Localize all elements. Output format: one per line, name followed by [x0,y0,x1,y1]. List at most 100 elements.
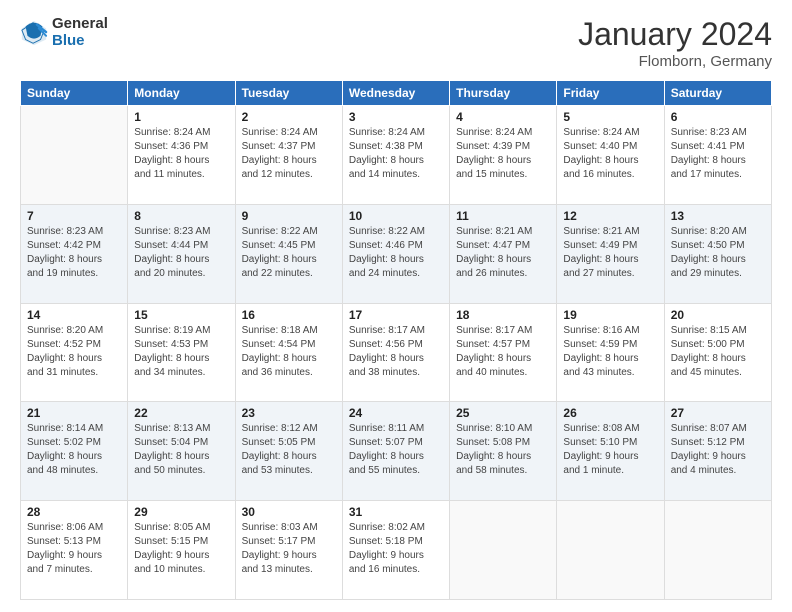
day-number: 12 [563,209,657,223]
day-info: Sunrise: 8:06 AMSunset: 5:13 PMDaylight:… [27,521,121,577]
day-number: 24 [349,406,443,420]
calendar-cell: 2 Sunrise: 8:24 AMSunset: 4:37 PMDaylight… [235,106,342,205]
day-info: Sunrise: 8:17 AMSunset: 4:57 PMDaylight:… [456,324,550,380]
day-number: 17 [349,308,443,322]
day-info: Sunrise: 8:15 AMSunset: 5:00 PMDaylight:… [671,324,765,380]
day-info: Sunrise: 8:21 AMSunset: 4:47 PMDaylight:… [456,225,550,281]
day-number: 2 [242,110,336,124]
logo-text: General Blue [52,16,108,49]
calendar-cell: 5 Sunrise: 8:24 AMSunset: 4:40 PMDaylight… [557,106,664,205]
calendar-cell: 18 Sunrise: 8:17 AMSunset: 4:57 PMDayligh… [450,303,557,402]
calendar-cell: 26 Sunrise: 8:08 AMSunset: 5:10 PMDayligh… [557,402,664,501]
day-number: 13 [671,209,765,223]
day-number: 6 [671,110,765,124]
day-info: Sunrise: 8:24 AMSunset: 4:38 PMDaylight:… [349,126,443,182]
calendar-cell [664,501,771,600]
day-number: 3 [349,110,443,124]
calendar-cell: 20 Sunrise: 8:15 AMSunset: 5:00 PMDayligh… [664,303,771,402]
day-info: Sunrise: 8:08 AMSunset: 5:10 PMDaylight:… [563,422,657,478]
day-info: Sunrise: 8:24 AMSunset: 4:36 PMDaylight:… [134,126,228,182]
day-info: Sunrise: 8:19 AMSunset: 4:53 PMDaylight:… [134,324,228,380]
col-header-monday: Monday [128,81,235,106]
calendar-cell: 23 Sunrise: 8:12 AMSunset: 5:05 PMDayligh… [235,402,342,501]
day-number: 7 [27,209,121,223]
day-info: Sunrise: 8:02 AMSunset: 5:18 PMDaylight:… [349,521,443,577]
logo-icon [20,19,48,47]
calendar-header-row: SundayMondayTuesdayWednesdayThursdayFrid… [21,81,772,106]
calendar-cell: 21 Sunrise: 8:14 AMSunset: 5:02 PMDayligh… [21,402,128,501]
day-info: Sunrise: 8:24 AMSunset: 4:40 PMDaylight:… [563,126,657,182]
day-info: Sunrise: 8:16 AMSunset: 4:59 PMDaylight:… [563,324,657,380]
day-info: Sunrise: 8:03 AMSunset: 5:17 PMDaylight:… [242,521,336,577]
day-info: Sunrise: 8:11 AMSunset: 5:07 PMDaylight:… [349,422,443,478]
day-number: 16 [242,308,336,322]
calendar-cell: 28Sunrise: 8:06 AMSunset: 5:13 PMDayligh… [21,501,128,600]
calendar-cell: 25Sunrise: 8:10 AMSunset: 5:08 PMDayligh… [450,402,557,501]
day-number: 31 [349,505,443,519]
day-info: Sunrise: 8:14 AMSunset: 5:02 PMDaylight:… [27,422,121,478]
calendar-cell: 13 Sunrise: 8:20 AMSunset: 4:50 PMDayligh… [664,204,771,303]
calendar-week-row: 1Sunrise: 8:24 AMSunset: 4:36 PMDaylight… [21,106,772,205]
calendar-cell: 8 Sunrise: 8:23 AMSunset: 4:44 PMDaylight… [128,204,235,303]
day-number: 26 [563,406,657,420]
calendar-cell: 22 Sunrise: 8:13 AMSunset: 5:04 PMDayligh… [128,402,235,501]
calendar-cell [557,501,664,600]
calendar-cell: 1Sunrise: 8:24 AMSunset: 4:36 PMDaylight… [128,106,235,205]
logo-blue-label: Blue [52,33,108,50]
day-info: Sunrise: 8:17 AMSunset: 4:56 PMDaylight:… [349,324,443,380]
day-number: 20 [671,308,765,322]
day-number: 5 [563,110,657,124]
day-info: Sunrise: 8:24 AMSunset: 4:37 PMDaylight:… [242,126,336,182]
calendar-cell: 17 Sunrise: 8:17 AMSunset: 4:56 PMDayligh… [342,303,449,402]
day-number: 22 [134,406,228,420]
col-header-friday: Friday [557,81,664,106]
day-info: Sunrise: 8:10 AMSunset: 5:08 PMDaylight:… [456,422,550,478]
calendar-week-row: 21 Sunrise: 8:14 AMSunset: 5:02 PMDayligh… [21,402,772,501]
day-number: 11 [456,209,550,223]
day-number: 14 [27,308,121,322]
calendar-cell [21,106,128,205]
day-number: 19 [563,308,657,322]
calendar-cell: 3 Sunrise: 8:24 AMSunset: 4:38 PMDaylight… [342,106,449,205]
day-info: Sunrise: 8:22 AMSunset: 4:46 PMDaylight:… [349,225,443,281]
month-title: January 2024 [578,16,772,53]
day-number: 10 [349,209,443,223]
day-info: Sunrise: 8:23 AMSunset: 4:41 PMDaylight:… [671,126,765,182]
calendar-cell [450,501,557,600]
day-number: 23 [242,406,336,420]
day-number: 29 [134,505,228,519]
calendar-cell: 19 Sunrise: 8:16 AMSunset: 4:59 PMDayligh… [557,303,664,402]
col-header-sunday: Sunday [21,81,128,106]
calendar-cell: 30 Sunrise: 8:03 AMSunset: 5:17 PMDayligh… [235,501,342,600]
title-block: January 2024 Flomborn, Germany [578,16,772,70]
day-number: 8 [134,209,228,223]
day-number: 30 [242,505,336,519]
calendar-cell: 27Sunrise: 8:07 AMSunset: 5:12 PMDayligh… [664,402,771,501]
day-number: 15 [134,308,228,322]
calendar-cell: 14 Sunrise: 8:20 AMSunset: 4:52 PMDayligh… [21,303,128,402]
day-number: 18 [456,308,550,322]
calendar-cell: 31 Sunrise: 8:02 AMSunset: 5:18 PMDayligh… [342,501,449,600]
calendar-week-row: 14 Sunrise: 8:20 AMSunset: 4:52 PMDayligh… [21,303,772,402]
day-info: Sunrise: 8:21 AMSunset: 4:49 PMDaylight:… [563,225,657,281]
day-info: Sunrise: 8:23 AMSunset: 4:44 PMDaylight:… [134,225,228,281]
day-info: Sunrise: 8:23 AMSunset: 4:42 PMDaylight:… [27,225,121,281]
calendar-cell: 29Sunrise: 8:05 AMSunset: 5:15 PMDayligh… [128,501,235,600]
day-info: Sunrise: 8:13 AMSunset: 5:04 PMDaylight:… [134,422,228,478]
col-header-thursday: Thursday [450,81,557,106]
calendar-cell: 15 Sunrise: 8:19 AMSunset: 4:53 PMDayligh… [128,303,235,402]
day-number: 21 [27,406,121,420]
header: General Blue January 2024 Flomborn, Germ… [20,16,772,70]
day-info: Sunrise: 8:12 AMSunset: 5:05 PMDaylight:… [242,422,336,478]
logo-general-label: General [52,16,108,33]
day-info: Sunrise: 8:20 AMSunset: 4:50 PMDaylight:… [671,225,765,281]
calendar-table: SundayMondayTuesdayWednesdayThursdayFrid… [20,80,772,600]
calendar-cell: 6 Sunrise: 8:23 AMSunset: 4:41 PMDaylight… [664,106,771,205]
calendar-week-row: 7 Sunrise: 8:23 AMSunset: 4:42 PMDaylight… [21,204,772,303]
calendar-cell: 7 Sunrise: 8:23 AMSunset: 4:42 PMDaylight… [21,204,128,303]
day-info: Sunrise: 8:20 AMSunset: 4:52 PMDaylight:… [27,324,121,380]
day-info: Sunrise: 8:18 AMSunset: 4:54 PMDaylight:… [242,324,336,380]
logo: General Blue [20,16,108,49]
calendar-cell: 12 Sunrise: 8:21 AMSunset: 4:49 PMDayligh… [557,204,664,303]
day-info: Sunrise: 8:22 AMSunset: 4:45 PMDaylight:… [242,225,336,281]
